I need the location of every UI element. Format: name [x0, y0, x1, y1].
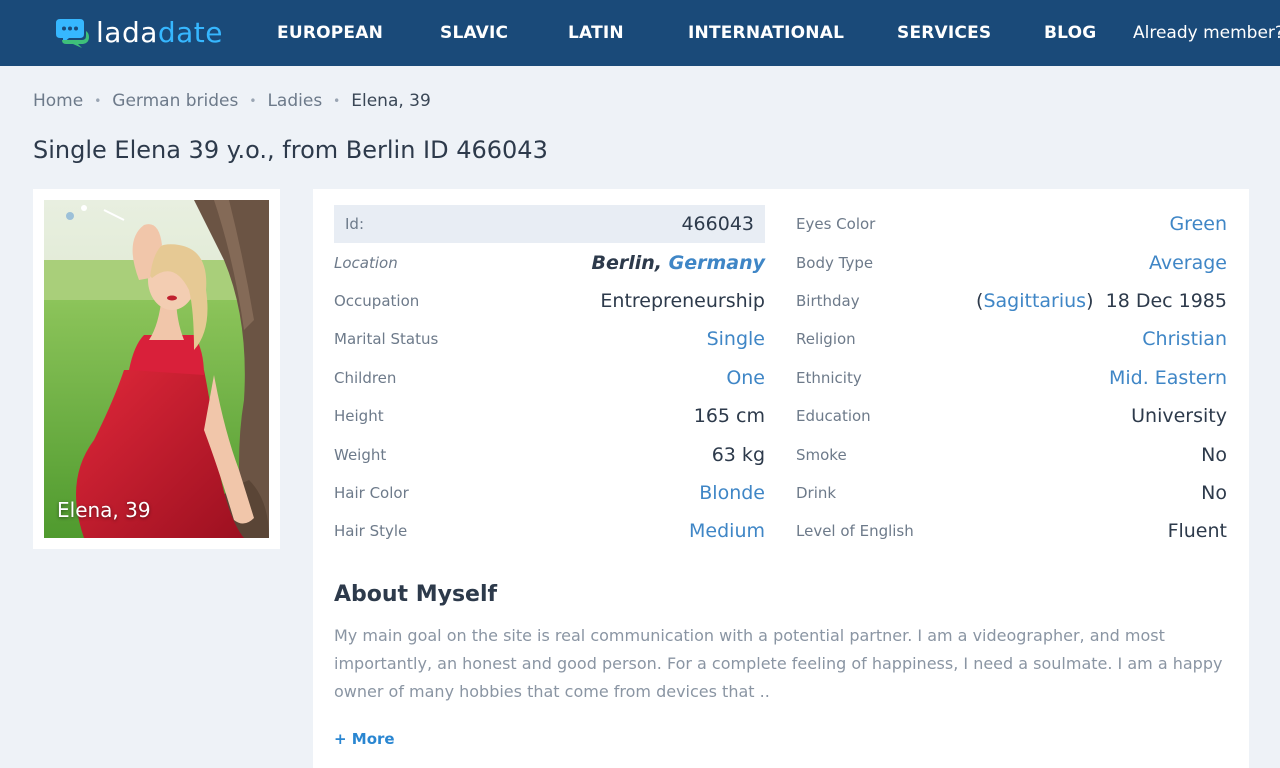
row-weight: Weight 63 kg: [334, 436, 765, 474]
nav-blog[interactable]: BLOG: [1044, 22, 1096, 44]
row-eyes-color: Eyes Color Green: [796, 205, 1227, 243]
value-eyes-color-link[interactable]: Green: [1169, 213, 1227, 235]
label-hair-color: Hair Color: [334, 484, 409, 502]
label-ethnicity: Ethnicity: [796, 369, 862, 387]
label-eyes-color: Eyes Color: [796, 215, 876, 233]
row-hair-color: Hair Color Blonde: [334, 474, 765, 512]
nav-slavic[interactable]: SLAVIC: [440, 22, 508, 44]
value-hair-style-link[interactable]: Medium: [689, 520, 765, 542]
value-birthday: (Sagittarius) 18 Dec 1985: [976, 290, 1227, 312]
zodiac-link[interactable]: Sagittarius: [983, 290, 1086, 312]
location-country-link[interactable]: Germany: [669, 252, 765, 274]
label-religion: Religion: [796, 330, 856, 348]
breadcrumb-separator: •: [94, 94, 102, 108]
row-marital-status: Marital Status Single: [334, 320, 765, 358]
photo-caption: Elena, 39: [57, 498, 151, 522]
profile-photo-card[interactable]: Elena, 39: [33, 189, 280, 549]
birth-date: 18 Dec 1985: [1105, 290, 1227, 312]
label-birthday: Birthday: [796, 292, 860, 310]
label-id: Id:: [345, 215, 364, 233]
row-body-type: Body Type Average: [796, 244, 1227, 282]
row-smoke: Smoke No: [796, 436, 1227, 474]
label-smoke: Smoke: [796, 446, 847, 464]
row-children: Children One: [334, 359, 765, 397]
row-education: Education University: [796, 397, 1227, 435]
nav-international[interactable]: INTERNATIONAL: [688, 22, 844, 44]
row-height: Height 165 cm: [334, 397, 765, 435]
value-marital-status-link[interactable]: Single: [707, 328, 765, 350]
label-weight: Weight: [334, 446, 387, 464]
label-location: Location: [334, 254, 398, 272]
row-hair-style: Hair Style Medium: [334, 512, 765, 550]
page-title: Single Elena 39 y.o., from Berlin ID 466…: [33, 136, 548, 164]
breadcrumb: Home • German brides • Ladies • Elena, 3…: [33, 90, 431, 112]
value-height: 165 cm: [693, 405, 765, 427]
chat-bubbles-icon: [56, 17, 90, 49]
profile-details-card: Id: 466043 Location Berlin, Germany Occu…: [313, 189, 1249, 768]
value-level-of-english: Fluent: [1167, 520, 1227, 542]
value-hair-color-link[interactable]: Blonde: [699, 482, 765, 504]
value-weight: 63 kg: [711, 444, 765, 466]
about-title: About Myself: [334, 582, 498, 607]
value-body-type-link[interactable]: Average: [1149, 252, 1227, 274]
row-level-of-english: Level of English Fluent: [796, 512, 1227, 550]
already-member-link[interactable]: Already member?: [1133, 22, 1280, 44]
breadcrumb-german-brides[interactable]: German brides: [112, 90, 238, 112]
label-level-of-english: Level of English: [796, 522, 914, 540]
row-ethnicity: Ethnicity Mid. Eastern: [796, 359, 1227, 397]
value-id: 466043: [681, 213, 754, 235]
row-drink: Drink No: [796, 474, 1227, 512]
breadcrumb-separator: •: [249, 94, 257, 108]
about-text: My main goal on the site is real communi…: [334, 626, 1223, 701]
value-drink: No: [1201, 482, 1227, 504]
more-link[interactable]: + More: [334, 730, 395, 748]
value-children-link[interactable]: One: [726, 367, 765, 389]
label-education: Education: [796, 407, 871, 425]
site-logo[interactable]: ladadate: [56, 15, 223, 51]
breadcrumb-home[interactable]: Home: [33, 90, 83, 112]
label-hair-style: Hair Style: [334, 522, 408, 540]
breadcrumb-current: Elena, 39: [351, 91, 431, 111]
value-smoke: No: [1201, 444, 1227, 466]
breadcrumb-separator: •: [333, 94, 341, 108]
label-marital-status: Marital Status: [334, 330, 439, 348]
value-religion-link[interactable]: Christian: [1142, 328, 1227, 350]
value-education: University: [1131, 405, 1227, 427]
value-occupation: Entrepreneurship: [600, 290, 765, 312]
nav-european[interactable]: EUROPEAN: [277, 22, 383, 44]
row-id: Id: 466043: [334, 205, 765, 243]
row-religion: Religion Christian: [796, 320, 1227, 358]
row-birthday: Birthday (Sagittarius) 18 Dec 1985: [796, 282, 1227, 320]
label-children: Children: [334, 369, 397, 387]
label-body-type: Body Type: [796, 254, 874, 272]
profile-photo[interactable]: Elena, 39: [44, 200, 269, 538]
nav-latin[interactable]: LATIN: [568, 22, 624, 44]
value-ethnicity-link[interactable]: Mid. Eastern: [1109, 367, 1227, 389]
row-location: Location Berlin, Germany: [334, 244, 765, 282]
breadcrumb-ladies[interactable]: Ladies: [267, 90, 322, 112]
label-height: Height: [334, 407, 384, 425]
label-occupation: Occupation: [334, 292, 420, 310]
top-navbar: ladadate EUROPEAN SLAVIC LATIN INTERNATI…: [0, 0, 1280, 66]
value-location: Berlin, Germany: [591, 252, 765, 274]
nav-services[interactable]: SERVICES: [897, 22, 991, 44]
row-occupation: Occupation Entrepreneurship: [334, 282, 765, 320]
label-drink: Drink: [796, 484, 837, 502]
location-city: Berlin,: [591, 252, 662, 274]
logo-text: ladadate: [96, 16, 224, 49]
